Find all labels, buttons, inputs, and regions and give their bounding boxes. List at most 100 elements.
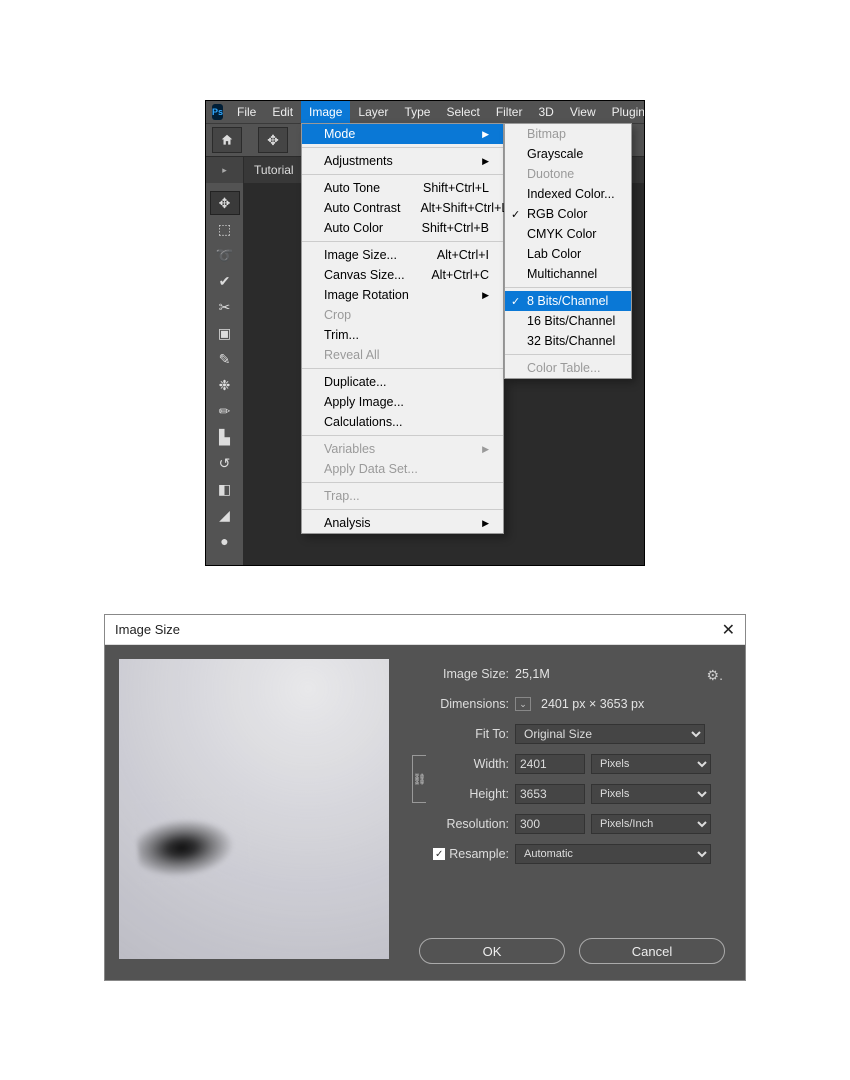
- frame-tool-icon[interactable]: ▣: [210, 321, 240, 345]
- mode-32bits[interactable]: 32 Bits/Channel: [505, 331, 631, 351]
- mode-lab[interactable]: Lab Color: [505, 244, 631, 264]
- brush-tool-icon[interactable]: ✏: [210, 399, 240, 423]
- history-brush-tool-icon[interactable]: ↺: [210, 451, 240, 475]
- submenu-arrow-icon: ▶: [482, 129, 489, 140]
- move-tool-options-icon[interactable]: ✥: [258, 127, 288, 153]
- menu-item-image-size[interactable]: Image Size...Alt+Ctrl+I: [302, 245, 503, 265]
- marquee-tool-icon[interactable]: ⬚: [210, 217, 240, 241]
- mode-color-table: Color Table...: [505, 358, 631, 378]
- image-size-dialog: Image Size ✕ ⚙. Image Size: 25,1M Dimens…: [104, 614, 746, 981]
- ok-button[interactable]: OK: [419, 938, 565, 964]
- image-dropdown: Mode ▶ Adjustments ▶ Auto ToneShift+Ctrl+L…: [301, 123, 504, 534]
- lasso-tool-icon[interactable]: ➰: [210, 243, 240, 267]
- menu-item-trim[interactable]: Trim...: [302, 325, 503, 345]
- resample-label: Resample:: [449, 847, 509, 861]
- label: CMYK Color: [527, 227, 596, 241]
- resolution-unit-select[interactable]: Pixels/Inch: [591, 814, 711, 834]
- mode-multichannel[interactable]: Multichannel: [505, 264, 631, 284]
- menu-filter[interactable]: Filter: [488, 101, 531, 123]
- eraser-tool-icon[interactable]: ◧: [210, 477, 240, 501]
- width-label: Width:: [425, 757, 509, 771]
- menu-view[interactable]: View: [562, 101, 604, 123]
- menubar: Ps File Edit Image Layer Type Select Fil…: [206, 101, 644, 123]
- dimensions-label: Dimensions:: [409, 697, 509, 711]
- document-tab[interactable]: Tutorial: [246, 163, 302, 177]
- gradient-tool-icon[interactable]: ◢: [210, 503, 240, 527]
- fitto-select[interactable]: Original Size: [515, 724, 705, 744]
- menu-item-apply-data-set: Apply Data Set...: [302, 459, 503, 479]
- label: Canvas Size...: [324, 268, 405, 282]
- menu-3d[interactable]: 3D: [530, 101, 561, 123]
- label: Analysis: [324, 516, 371, 530]
- cancel-button[interactable]: Cancel: [579, 938, 725, 964]
- blur-tool-icon[interactable]: ●: [210, 529, 240, 553]
- mode-grayscale[interactable]: Grayscale: [505, 144, 631, 164]
- crop-tool-icon[interactable]: ✂: [210, 295, 240, 319]
- menu-layer[interactable]: Layer: [350, 101, 396, 123]
- stamp-tool-icon[interactable]: ▙: [210, 425, 240, 449]
- menu-select[interactable]: Select: [438, 101, 487, 123]
- close-icon[interactable]: ✕: [722, 620, 735, 640]
- label: Variables: [324, 442, 375, 456]
- mode-rgb[interactable]: ✓RGB Color: [505, 204, 631, 224]
- menu-file[interactable]: File: [229, 101, 264, 123]
- eyedropper-tool-icon[interactable]: ✎: [210, 347, 240, 371]
- menu-plugins[interactable]: Plugins: [604, 101, 645, 123]
- width-unit-select[interactable]: Pixels: [591, 754, 711, 774]
- link-wh-icon[interactable]: ⛓: [412, 755, 426, 803]
- resample-checkbox[interactable]: ✓: [433, 848, 445, 860]
- shortcut: Alt+Shift+Ctrl+L: [400, 201, 508, 215]
- healing-tool-icon[interactable]: ❉: [210, 373, 240, 397]
- check-icon: ✓: [511, 295, 520, 308]
- mode-8bits[interactable]: ✓8 Bits/Channel: [505, 291, 631, 311]
- image-size-label: Image Size:: [409, 667, 509, 681]
- menu-edit[interactable]: Edit: [264, 101, 301, 123]
- menu-item-canvas-size[interactable]: Canvas Size... Alt+Ctrl+C: [302, 265, 503, 285]
- mode-16bits[interactable]: 16 Bits/Channel: [505, 311, 631, 331]
- image-size-value: 25,1M: [515, 667, 550, 681]
- menu-image[interactable]: Image: [301, 101, 350, 123]
- height-unit-select[interactable]: Pixels: [591, 784, 711, 804]
- shortcut: Alt+Ctrl+C: [411, 268, 489, 282]
- mode-cmyk[interactable]: CMYK Color: [505, 224, 631, 244]
- submenu-arrow-icon: ▶: [482, 290, 489, 301]
- menu-item-auto-contrast[interactable]: Auto ContrastAlt+Shift+Ctrl+L: [302, 198, 503, 218]
- quick-select-tool-icon[interactable]: ✔: [210, 269, 240, 293]
- collapsed-panel[interactable]: ▸: [206, 157, 244, 183]
- height-label: Height:: [425, 787, 509, 801]
- resample-select[interactable]: Automatic: [515, 844, 711, 864]
- menu-item-auto-color[interactable]: Auto ColorShift+Ctrl+B: [302, 218, 503, 238]
- menu-item-adjustments[interactable]: Adjustments ▶: [302, 151, 503, 171]
- label: 32 Bits/Channel: [527, 334, 615, 348]
- menu-item-apply-image[interactable]: Apply Image...: [302, 392, 503, 412]
- menu-item-duplicate[interactable]: Duplicate...: [302, 372, 503, 392]
- mode-indexed[interactable]: Indexed Color...: [505, 184, 631, 204]
- width-input[interactable]: [515, 754, 585, 774]
- menu-item-analysis[interactable]: Analysis▶: [302, 513, 503, 533]
- submenu-arrow-icon: ▶: [482, 156, 489, 167]
- label: Trap...: [324, 489, 360, 503]
- label: Multichannel: [527, 267, 597, 281]
- label: Image Rotation: [324, 288, 409, 302]
- dialog-buttons: OK Cancel: [419, 938, 725, 964]
- resolution-input[interactable]: [515, 814, 585, 834]
- menu-item-calculations[interactable]: Calculations...: [302, 412, 503, 432]
- home-button[interactable]: [212, 127, 242, 153]
- height-input[interactable]: [515, 784, 585, 804]
- menu-type[interactable]: Type: [396, 101, 438, 123]
- move-tool-icon[interactable]: ✥: [210, 191, 240, 215]
- label: Reveal All: [324, 348, 380, 362]
- label: Mode: [324, 127, 355, 141]
- ps-logo-icon: Ps: [212, 104, 223, 120]
- label: Duplicate...: [324, 375, 387, 389]
- menu-item-auto-tone[interactable]: Auto ToneShift+Ctrl+L: [302, 178, 503, 198]
- menu-item-image-rotation[interactable]: Image Rotation ▶: [302, 285, 503, 305]
- photoshop-window: Ps File Edit Image Layer Type Select Fil…: [205, 100, 645, 566]
- label: Auto Tone: [324, 181, 380, 195]
- label: Lab Color: [527, 247, 581, 261]
- mode-submenu: Bitmap Grayscale Duotone Indexed Color..…: [504, 123, 632, 379]
- menu-item-variables: Variables▶: [302, 439, 503, 459]
- dimensions-unit-toggle[interactable]: ⌄: [515, 697, 531, 711]
- label: Adjustments: [324, 154, 393, 168]
- menu-item-mode[interactable]: Mode ▶: [302, 124, 503, 144]
